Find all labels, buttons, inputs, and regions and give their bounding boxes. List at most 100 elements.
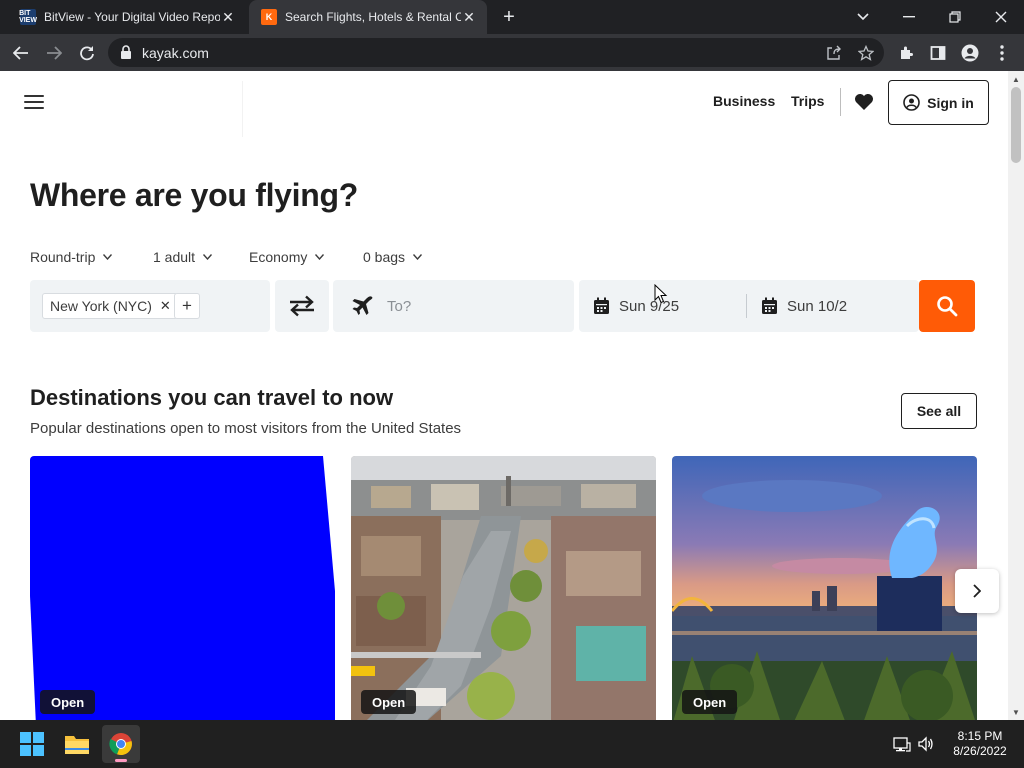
origin-chip-label: New York (NYC) [50,298,152,314]
destination-image [672,456,977,720]
chevron-down-icon [315,254,325,260]
scroll-up-icon[interactable]: ▲ [1012,75,1020,84]
destination-field[interactable] [333,280,574,332]
logo-divider [242,81,243,137]
volume-icon[interactable] [917,735,935,753]
address-bar[interactable]: kayak.com [108,38,884,67]
cabin-class-label: Economy [249,249,308,265]
remove-origin-icon[interactable]: ✕ [160,298,171,314]
origin-field[interactable]: New York (NYC) ✕ + [30,280,270,332]
search-icon [937,296,958,317]
windows-taskbar: 8:15 PM 8/26/2022 [0,720,1024,768]
destination-card[interactable]: Open [672,456,977,720]
browser-toolbar: kayak.com [0,34,1024,71]
bitview-favicon-icon: BIT VIEW [19,9,37,25]
tab-title: Search Flights, Hotels & Rental Cars [285,10,461,24]
status-badge: Open [682,690,738,714]
forward-icon[interactable] [41,40,67,66]
system-clock[interactable]: 8:15 PM 8/26/2022 [948,729,1012,759]
section-title: Destinations you can travel to now [30,385,394,410]
restore-icon[interactable] [932,0,978,34]
destination-image [351,456,656,720]
section-subtitle: Popular destinations open to most visito… [30,420,462,437]
dates-field[interactable]: Sun 9/25 Sun 10/2 [579,280,919,332]
nav-trips[interactable]: Trips [791,93,824,109]
tab-kayak[interactable]: K Search Flights, Hotels & Rental Cars ✕ [249,0,487,34]
page-scrollbar[interactable]: ▲ ▼ [1008,71,1024,720]
kayak-page: Business Trips Sign in Where are you fly… [0,71,1008,720]
calendar-icon [594,297,609,314]
profile-icon[interactable] [957,40,983,66]
url-text[interactable]: kayak.com [142,45,209,61]
tab-search-chevron-icon[interactable] [840,0,886,34]
add-origin-button[interactable]: + [174,293,200,319]
side-panel-icon[interactable] [925,40,951,66]
browser-tabstrip: BIT VIEW BitView - Your Digital Video Re… [0,0,1024,34]
plane-icon [352,296,373,315]
date-divider [746,294,747,318]
menu-icon[interactable] [989,40,1015,66]
scroll-thumb[interactable] [1011,87,1021,163]
swap-button[interactable] [275,280,329,332]
screen: BIT VIEW BitView - Your Digital Video Re… [0,0,1024,768]
star-icon[interactable] [856,43,876,63]
windows-logo-icon [20,732,44,756]
minimize-icon[interactable] [886,0,932,34]
chevron-down-icon [103,254,113,260]
close-window-icon[interactable] [978,0,1024,34]
share-icon[interactable] [824,43,844,63]
close-icon[interactable]: ✕ [461,9,477,25]
destination-card[interactable]: Open [351,456,656,720]
depart-date-label: Sun 9/25 [619,297,680,315]
kayak-favicon-icon: K [261,9,277,25]
cabin-class-dropdown[interactable]: Economy [249,249,325,265]
folder-icon [65,736,89,754]
see-all-button[interactable]: See all [901,393,977,429]
chrome-taskbar-button[interactable] [102,725,140,763]
origin-chip[interactable]: New York (NYC) ✕ [42,293,178,319]
clock-time: 8:15 PM [957,729,1003,743]
chevron-down-icon [203,254,213,260]
destination-input[interactable] [387,294,557,318]
status-badge: Open [40,690,96,714]
chrome-icon [109,733,132,756]
start-button[interactable] [13,725,51,763]
reload-icon[interactable] [74,40,100,66]
travelers-label: 1 adult [153,249,196,265]
nav-divider [840,88,841,116]
file-explorer-button[interactable] [58,725,96,763]
network-icon[interactable] [893,735,911,753]
sign-in-label: Sign in [927,94,974,111]
new-tab-icon[interactable]: + [498,6,520,28]
calendar-icon [762,297,777,314]
tab-bitview[interactable]: BIT VIEW BitView - Your Digital Video Re… [8,0,246,34]
page-title: Where are you flying? [30,177,358,213]
close-icon[interactable]: ✕ [220,9,236,25]
return-date[interactable]: Sun 10/2 [761,280,847,332]
sign-in-button[interactable]: Sign in [888,80,989,125]
hamburger-menu-icon[interactable] [22,92,46,112]
nav-business[interactable]: Business [713,93,775,109]
bags-dropdown[interactable]: 0 bags [363,249,423,265]
active-app-indicator [115,759,127,762]
travelers-dropdown[interactable]: 1 adult [153,249,213,265]
extensions-icon[interactable] [893,40,919,66]
tab-title: BitView - Your Digital Video Repository [44,10,220,24]
chevron-down-icon [413,254,423,260]
destination-image [30,456,335,720]
back-icon[interactable] [8,40,34,66]
bags-label: 0 bags [363,249,406,265]
mouse-pointer-icon [654,284,668,304]
search-button[interactable] [919,280,975,332]
destination-card[interactable]: Open [30,456,335,720]
heart-icon[interactable] [854,93,874,111]
carousel-next-button[interactable] [955,569,999,613]
status-badge: Open [361,690,417,714]
trip-type-dropdown[interactable]: Round-trip [30,249,113,265]
trip-type-label: Round-trip [30,249,96,265]
lock-icon[interactable] [119,45,133,60]
swap-arrows-icon [290,295,314,317]
scroll-down-icon[interactable]: ▼ [1012,708,1020,717]
user-circle-icon [903,94,920,111]
return-date-label: Sun 10/2 [787,297,848,315]
